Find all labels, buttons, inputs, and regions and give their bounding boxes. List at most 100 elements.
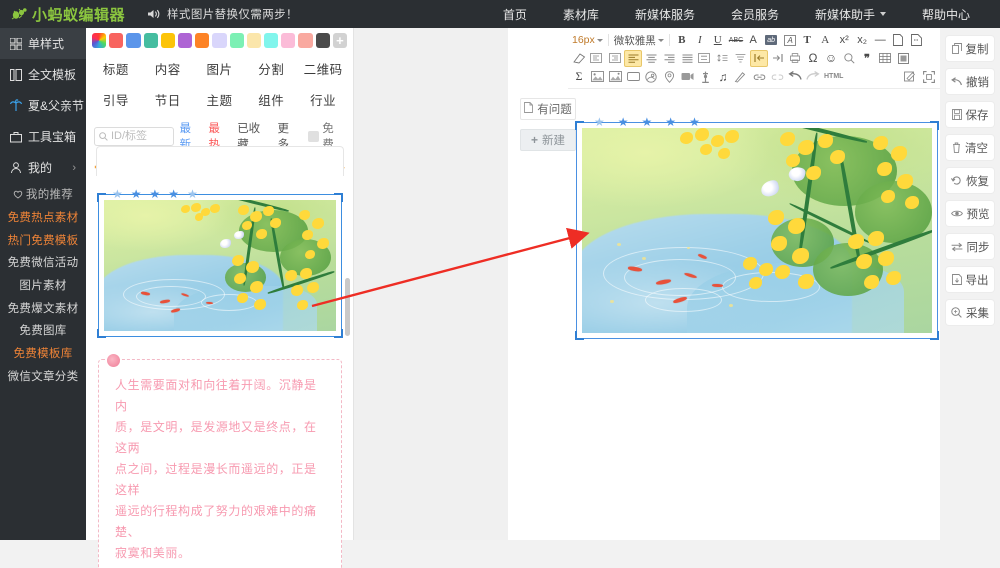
category-content[interactable]: 内容 [142,53,194,84]
sidebar-item-mine[interactable]: 我的 › [0,152,86,183]
nav-item-new-media-service[interactable]: 新媒体服务 [617,6,713,23]
swatch-purple[interactable] [178,33,193,48]
new-page-button[interactable] [889,32,907,49]
feedback-button[interactable]: 有问题 [520,98,576,120]
sidebar-sub-free-wechat-activity[interactable]: 免费微信活动 [0,251,86,274]
format-painter-button[interactable] [732,68,750,85]
search-input[interactable] [111,130,169,142]
category-component[interactable]: 组件 [245,84,297,115]
swatch-red[interactable] [109,33,124,48]
italic-button[interactable]: I [691,32,709,49]
sidebar-sub-free-gallery[interactable]: 免费图库 [0,319,86,342]
style-list-scroll-area[interactable]: ★ ★ ★ ★ ★ 人生需要面对和向往着开阔。沉静是内 质，是文明，是发源地又是… [86,146,354,568]
attachment-button[interactable] [696,68,714,85]
sync-button[interactable]: 同步 [946,234,994,259]
sidebar-sub-free-hot-material[interactable]: 免费热点素材 [0,206,86,229]
map-button[interactable] [660,68,678,85]
brand-logo-area[interactable]: 小蚂蚁编辑器 [10,4,125,25]
table-button[interactable] [876,50,894,67]
undo-button[interactable] [786,68,804,85]
sidebar-sub-free-template-library[interactable]: 免费模板库 [0,342,86,365]
font-family-select[interactable]: 微软雅黑 [612,32,666,48]
sidebar-item-full-template[interactable]: 全文模板 [0,59,86,90]
eraser-button[interactable] [570,50,588,67]
category-title[interactable]: 标题 [90,53,142,84]
swatch-lavender[interactable] [212,33,227,48]
swatch-pink[interactable] [281,33,296,48]
swatch-orange[interactable] [195,33,210,48]
swatch-cream[interactable] [246,33,262,48]
html-source-button[interactable]: HTML [822,68,845,85]
line-height-button[interactable] [714,50,732,67]
swatch-dark[interactable] [315,33,330,48]
nav-item-home[interactable]: 首页 [485,6,545,23]
redo-button[interactable] [804,68,822,85]
formula-button[interactable]: Σ [570,68,588,85]
superscript-button[interactable]: x² [835,32,853,49]
indent-increase-button[interactable] [606,50,624,67]
sidebar-sub-my-recommend[interactable]: 我的推荐 [0,183,86,206]
category-divider[interactable]: 分割 [245,53,297,84]
quote-style-card[interactable]: 人生需要面对和向往着开阔。沉静是内 质，是文明，是发源地又是终点，在这两 点之间… [98,354,342,568]
sidebar-item-toolbox[interactable]: 工具宝箱 [0,121,86,152]
save-button[interactable]: 保存 [946,102,994,127]
text-color-button[interactable]: A [745,32,763,49]
nav-item-material-library[interactable]: 素材库 [545,6,617,23]
subscript-button[interactable]: x₂ [853,32,871,49]
special-character-button[interactable]: Ω [804,50,822,67]
background-color-button[interactable]: ab [763,32,781,49]
nav-item-help-center[interactable]: 帮助中心 [904,6,988,23]
template-button[interactable] [894,50,912,67]
ltr-button[interactable] [768,50,786,67]
horizontal-rule-button[interactable]: — [871,32,889,49]
sidebar-item-single-style[interactable]: 单样式 [0,28,86,59]
restore-button[interactable]: 恢复 [946,168,994,193]
video-button[interactable] [678,68,696,85]
nav-item-new-media-assistant[interactable]: 新媒体助手 [797,6,904,23]
swatch-rainbow[interactable] [92,33,107,48]
category-qrcode[interactable]: 二维码 [297,53,349,84]
thumbnail-image-card[interactable]: ★ ★ ★ ★ ★ [97,188,343,338]
style-card-partial-top[interactable] [96,146,344,176]
export-button[interactable]: 导出 [946,267,994,292]
search-box[interactable] [94,126,174,146]
new-document-button[interactable]: + 新建 [520,129,576,151]
category-theme[interactable]: 主题 [194,84,246,115]
rtl-button[interactable] [750,49,768,67]
bold-button[interactable]: B [673,32,691,49]
print-button[interactable] [786,50,804,67]
category-image[interactable]: 图片 [194,53,246,84]
copy-button[interactable]: 复制 [946,36,994,61]
swatch-blue[interactable] [126,33,141,48]
swatch-yellow[interactable] [160,33,176,48]
font-style-button[interactable]: T [799,32,817,49]
clear-format-button[interactable]: A [817,32,835,49]
page-break-button[interactable] [907,32,925,49]
align-justify-button[interactable] [678,50,696,67]
paragraph-format-button[interactable] [696,50,714,67]
sidebar-sub-hot-free-template[interactable]: 热门免费模板 [0,228,86,251]
emoji-button[interactable]: ☺ [822,50,840,67]
swatch-salmon[interactable] [298,33,313,48]
indent-decrease-button[interactable] [588,50,606,67]
style-panel-scrollbar[interactable] [345,278,350,336]
search-replace-button[interactable] [840,50,858,67]
align-center-button[interactable] [642,50,660,67]
frame-button[interactable] [624,68,642,85]
category-industry[interactable]: 行业 [297,84,349,115]
add-swatch-button[interactable]: + [332,33,348,48]
sidebar-sub-wechat-article-category[interactable]: 微信文章分类 [0,365,86,388]
insert-image-button[interactable] [588,68,606,85]
border-button[interactable]: A [781,32,799,49]
image-library-button[interactable] [606,68,624,85]
swatch-cyan[interactable] [264,33,279,48]
undo-button[interactable]: 撤销 [946,69,994,94]
sidebar-item-summer-fathersday[interactable]: 夏&父亲节 [0,90,86,121]
edit-mode-button[interactable] [902,68,920,85]
editor-image[interactable]: ★ ★ ★ ★ ★ [575,116,939,340]
color-wheel-button[interactable] [642,68,660,85]
link-button[interactable] [750,68,768,85]
preview-button[interactable]: 预览 [946,201,994,226]
align-left-button[interactable] [624,49,642,67]
quote-button[interactable]: ❞ [858,50,876,67]
